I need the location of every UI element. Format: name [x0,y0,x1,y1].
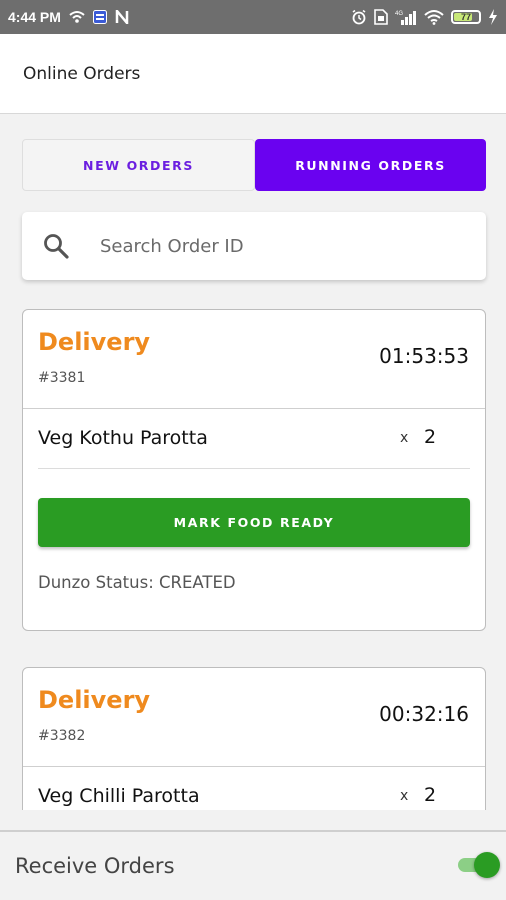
order-item-row: Veg Chilli Parotta x 2 [38,767,470,810]
n-app-icon [115,10,129,24]
order-timer: 01:53:53 [379,344,469,368]
order-timer: 00:32:16 [379,702,469,726]
svg-text:4G: 4G [395,11,403,17]
app-notification-icon [92,10,107,24]
search-box [22,212,486,280]
search-input[interactable] [100,235,440,257]
item-quantity: 2 [424,784,437,806]
status-bar: 4:44 PM 4G 77 [0,0,506,34]
order-card: Delivery #3382 00:32:16 Veg Chilli Parot… [22,667,486,810]
item-name: Veg Chilli Parotta [38,785,200,807]
search-icon[interactable] [42,232,70,260]
tab-new-orders[interactable]: NEW ORDERS [22,139,255,191]
order-type: Delivery [38,328,151,356]
order-header: Delivery #3381 01:53:53 [23,310,485,409]
item-multiplier: x [400,788,409,804]
order-card: Delivery #3381 01:53:53 Veg Kothu Parott… [22,309,486,631]
charging-icon [488,9,498,25]
app-bar: Online Orders [0,34,506,114]
item-name: Veg Kothu Parotta [38,427,208,449]
mark-food-ready-button[interactable]: MARK FOOD READY [38,498,470,547]
toggle-thumb [474,852,500,878]
order-id: #3381 [38,370,86,386]
order-item-row: Veg Kothu Parotta x 2 [38,409,470,469]
wifi-icon [424,9,444,25]
sim-icon [374,9,388,25]
tab-running-orders[interactable]: RUNNING ORDERS [255,139,486,191]
order-id: #3382 [38,728,86,744]
order-type: Delivery [38,686,151,714]
receive-orders-label: Receive Orders [15,854,175,878]
orders-list[interactable]: Delivery #3381 01:53:53 Veg Kothu Parott… [0,290,506,810]
4g-signal-icon: 4G [395,9,417,25]
order-header: Delivery #3382 00:32:16 [23,668,485,767]
item-multiplier: x [400,430,409,446]
alarm-icon [351,9,367,25]
item-quantity: 2 [424,426,437,448]
bottom-bar: Receive Orders [0,830,506,900]
battery-level: 77 [460,12,471,22]
order-tabs: NEW ORDERS RUNNING ORDERS [22,139,486,191]
wifi-calling-icon [69,10,85,24]
battery-icon: 77 [451,10,481,24]
status-time: 4:44 PM [8,9,61,25]
page-title: Online Orders [23,63,141,84]
receive-orders-toggle[interactable] [458,852,502,878]
delivery-status: Dunzo Status: CREATED [38,573,236,592]
